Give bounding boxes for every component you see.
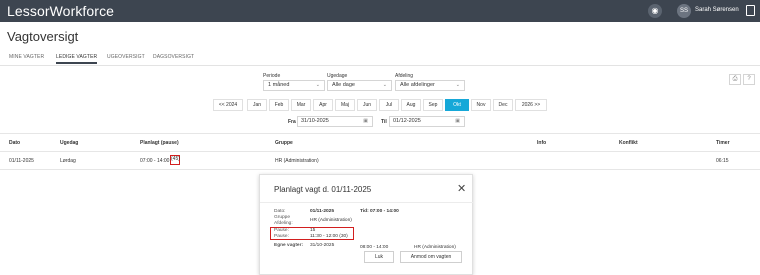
ugedage-value: Alle dage	[332, 82, 355, 88]
user-name[interactable]: Sarah Sørensen	[695, 7, 739, 13]
pause2-label: Pause:	[274, 234, 289, 239]
cell-planlagt: 07:00 - 14:00	[140, 158, 170, 164]
afdeling-select[interactable]: Alle afdelinger ⌄	[395, 80, 465, 91]
month-sep[interactable]: Sep	[423, 99, 443, 111]
tab-ledige-vagter[interactable]: LEDIGE VAGTER	[56, 54, 98, 64]
egne-time: 08:00 - 14:00	[360, 245, 389, 250]
close-button[interactable]: Luk	[364, 251, 394, 263]
tab-bar: MINE VAGTER LEDIGE VAGTER UGEOVERSIGT DA…	[0, 50, 760, 66]
month-jan[interactable]: Jan	[247, 99, 267, 111]
cell-dato: 01/11-2025	[9, 158, 34, 164]
til-date-input[interactable]: 01/12-2025 ▣	[389, 116, 465, 127]
month-apr[interactable]: Apr	[313, 99, 333, 111]
month-feb[interactable]: Feb	[269, 99, 289, 111]
fra-label: Fra	[288, 119, 296, 125]
tab-dagsoversigt[interactable]: DAGSOVERSIGT	[153, 54, 194, 60]
gruppe-value: HR (Administration)	[310, 218, 352, 223]
col-dato[interactable]: Dato	[9, 140, 20, 146]
chevron-down-icon: ⌄	[315, 82, 320, 88]
pause1-value: 15	[310, 228, 316, 233]
fra-date-input[interactable]: 31/10-2025 ▣	[297, 116, 373, 127]
app-logo[interactable]: LessorWorkforce	[7, 3, 114, 19]
month-jun[interactable]: Jun	[357, 99, 377, 111]
tid-value: 07:00 - 14:00	[370, 209, 399, 214]
top-bar: LessorWorkforce ◉ SS Sarah Sørensen	[0, 0, 760, 22]
month-okt[interactable]: Okt	[445, 99, 469, 111]
col-timer[interactable]: Timer	[716, 140, 730, 146]
month-jul[interactable]: Jul	[379, 99, 399, 111]
avatar[interactable]: SS	[677, 4, 691, 18]
afdeling-label: Afdeling	[395, 73, 414, 79]
col-konflikt[interactable]: Konflikt	[619, 140, 638, 146]
cell-ugedag: Lørdag	[60, 158, 76, 164]
chevron-down-icon: ⌄	[382, 82, 387, 88]
ugedage-label: Ugedage	[327, 73, 348, 79]
month-dec[interactable]: Dec	[493, 99, 513, 111]
modal-divider	[260, 202, 474, 203]
help-circle-icon[interactable]: ◉	[648, 4, 662, 18]
close-icon[interactable]: ✕	[457, 182, 466, 195]
table-header: Dato Ugedag Planlagt (pause) Gruppe Info…	[0, 133, 760, 152]
next-year-button[interactable]: 2026 >>	[515, 99, 547, 111]
cell-gruppe: HR (Administration)	[275, 158, 319, 164]
tab-mine-vagter[interactable]: MINE VAGTER	[9, 54, 44, 60]
print-icon[interactable]: ⎙	[729, 74, 741, 85]
fra-date-value: 31/10-2025	[301, 118, 329, 124]
table-row[interactable]: 01/11-2025 Lørdag 07:00 - 14:00 (45) HR …	[0, 152, 760, 170]
periode-value: 1 måned	[268, 82, 290, 88]
calendar-icon[interactable]: ▣	[455, 117, 460, 126]
egne-date: 31/10-2025	[310, 243, 335, 248]
shift-detail-modal: Planlagt vagt d. 01/11-2025 ✕ Dato: 01/1…	[259, 174, 474, 275]
col-planlagt[interactable]: Planlagt (pause)	[140, 140, 179, 146]
page-title: Vagtoversigt	[7, 29, 79, 44]
month-nov[interactable]: Nov	[471, 99, 491, 111]
egne-group: HR (Administration)	[414, 245, 456, 250]
egne-vagter-label: Egne vagter:	[274, 243, 304, 248]
til-date-value: 01/12-2025	[393, 118, 421, 124]
col-info[interactable]: Info	[537, 140, 546, 146]
month-mar[interactable]: Mar	[291, 99, 311, 111]
prev-year-button[interactable]: << 2024	[213, 99, 243, 111]
question-icon[interactable]: ?	[743, 74, 755, 85]
col-ugedag[interactable]: Ugedag	[60, 140, 78, 146]
gruppe-label: Gruppe	[274, 215, 290, 220]
modal-title: Planlagt vagt d. 01/11-2025	[274, 185, 372, 194]
tid-label: Tid:	[360, 209, 369, 214]
cell-pause[interactable]: (45)	[170, 155, 180, 165]
calendar-icon[interactable]: ▣	[363, 117, 368, 126]
afdeling-value: Alle afdelinger	[400, 82, 435, 88]
cell-timer: 06:15	[716, 158, 729, 164]
periode-select[interactable]: 1 måned ⌄	[263, 80, 325, 91]
tab-ugeoversigt[interactable]: UGEOVERSIGT	[107, 54, 145, 60]
til-label: Til	[381, 119, 387, 125]
dato-value: 01/11-2025	[310, 209, 335, 214]
ugedage-select[interactable]: Alle dage ⌄	[327, 80, 392, 91]
afdeling-detail-label: Afdeling:	[274, 221, 293, 226]
dato-label: Dato:	[274, 209, 286, 214]
logout-icon[interactable]	[746, 5, 755, 16]
month-maj[interactable]: Maj	[335, 99, 355, 111]
col-gruppe[interactable]: Gruppe	[275, 140, 293, 146]
periode-label: Periode	[263, 73, 281, 79]
request-shift-button[interactable]: Anmod om vagten	[400, 251, 462, 263]
chevron-down-icon: ⌄	[455, 82, 460, 88]
pause1-label: Pause:	[274, 228, 289, 233]
month-aug[interactable]: Aug	[401, 99, 421, 111]
pause2-value: 11:30 - 12:00 (30)	[310, 234, 348, 239]
